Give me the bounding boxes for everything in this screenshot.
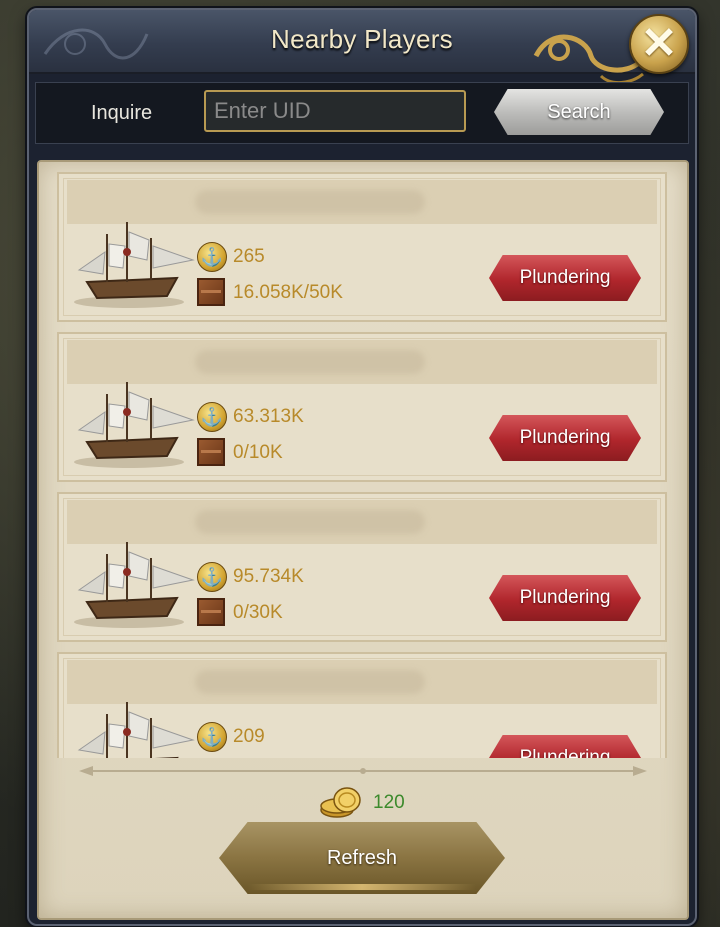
player-cargo: 0/30K [233, 602, 283, 623]
players-list[interactable]: ⚓ 265 16.058K/50K Plundering ⚓ 63.313K 0… [57, 172, 667, 758]
close-ornament: ✕ [531, 6, 701, 92]
refresh-cost: 120 [319, 784, 439, 820]
gold-coins-icon [320, 787, 361, 818]
plunder-button[interactable]: Plundering [489, 735, 641, 758]
ornament-divider [79, 766, 647, 776]
refresh-cost-value: 120 [373, 792, 405, 813]
player-power: 63.313K [233, 406, 304, 427]
ship-icon [74, 542, 195, 628]
cargo-crate-icon [197, 278, 225, 306]
player-card: ⚓ 209 Plundering [57, 652, 667, 758]
blurred-player-name [195, 670, 425, 694]
player-power: 265 [233, 246, 265, 267]
ship-icon [77, 702, 195, 758]
player-card: ⚓ 265 16.058K/50K Plundering [57, 172, 667, 322]
player-power: 209 [233, 726, 265, 747]
anchor-icon: ⚓ [197, 242, 227, 272]
player-cargo: 16.058K/50K [233, 282, 343, 303]
anchor-icon: ⚓ [197, 562, 227, 592]
ship-icon [74, 382, 195, 468]
search-button[interactable]: Search [494, 89, 664, 135]
ship-icon [74, 222, 195, 308]
inquire-label: Inquire [91, 102, 153, 124]
player-card: ⚓ 95.734K 0/30K Plundering [57, 492, 667, 642]
blurred-player-name [195, 350, 425, 374]
plunder-button[interactable]: Plundering [489, 255, 641, 301]
player-power: 95.734K [233, 566, 304, 587]
blurred-player-name [195, 510, 425, 534]
cargo-crate-icon [197, 598, 225, 626]
players-panel: ⚓ 265 16.058K/50K Plundering ⚓ 63.313K 0… [37, 160, 689, 920]
uid-input[interactable] [204, 90, 466, 132]
blurred-player-name [195, 190, 425, 214]
refresh-button[interactable]: Refresh [219, 822, 505, 894]
plunder-button[interactable]: Plundering [489, 415, 641, 461]
close-button[interactable]: ✕ [629, 14, 689, 74]
nearby-players-dialog: Nearby Players ✕ Inquire Search [27, 8, 697, 926]
search-bar: Inquire Search [35, 82, 689, 144]
player-cargo: 0/10K [233, 442, 283, 463]
anchor-icon: ⚓ [197, 402, 227, 432]
cargo-crate-icon [197, 438, 225, 466]
close-icon: ✕ [640, 19, 678, 68]
dialog-header: Nearby Players ✕ [29, 10, 695, 84]
plunder-button[interactable]: Plundering [489, 575, 641, 621]
player-card: ⚓ 63.313K 0/10K Plundering [57, 332, 667, 482]
anchor-icon: ⚓ [197, 722, 227, 752]
